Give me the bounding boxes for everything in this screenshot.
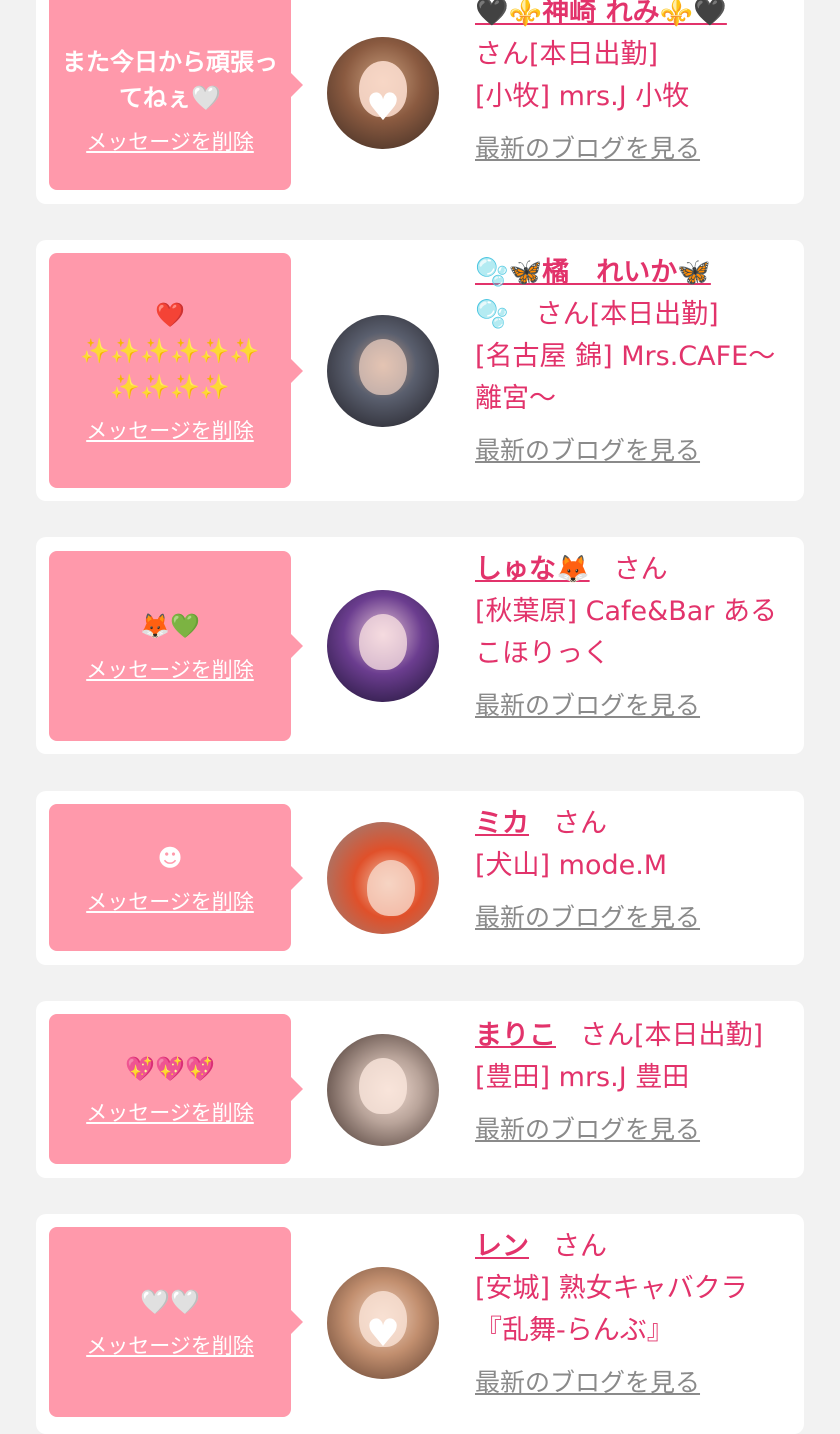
honorific-suffix: さん: [613, 554, 668, 585]
cast-info: 🖤⚜️神崎 れみ⚜️🖤 さん[本日出勤] [小牧] mrs.J 小牧 最新のブロ…: [475, 0, 795, 170]
latest-blog-link[interactable]: 最新のブログを見る: [475, 1362, 795, 1404]
cast-name-link[interactable]: 🖤⚜️神崎 れみ⚜️🖤: [475, 0, 727, 28]
delete-message-link[interactable]: メッセージを削除: [86, 1097, 254, 1127]
delete-message-link[interactable]: メッセージを削除: [86, 1330, 254, 1360]
work-status-badge: [本日出勤]: [589, 299, 719, 330]
message-card: ❤️ ✨✨✨✨✨✨✨✨✨✨ メッセージを削除 🫧🦋橘 れいか🦋 🫧 さん[本日出…: [36, 240, 804, 501]
work-status-badge: [本日出勤]: [529, 39, 659, 70]
latest-blog-link[interactable]: 最新のブログを見る: [475, 430, 795, 472]
cast-info: しゅな🦊 さん [秋葉原] Cafe&Bar あるこほりっく 最新のブログを見る: [475, 549, 795, 727]
message-text: 🤍🤍: [140, 1288, 200, 1316]
latest-blog-link[interactable]: 最新のブログを見る: [475, 685, 795, 727]
cast-info: ミカ さん [犬山] mode.M 最新のブログを見る: [475, 803, 795, 939]
shop-name: [安城] 熟女キャバクラ『乱舞-らんぶ』: [475, 1273, 748, 1346]
work-status-badge: [本日出勤]: [634, 1020, 764, 1051]
message-card: ☻ メッセージを削除 ミカ さん [犬山] mode.M 最新のブログを見る: [36, 791, 804, 965]
avatar-face-shape: [359, 339, 407, 395]
honorific-suffix: さん: [553, 808, 607, 839]
avatar-face-shape: [359, 614, 407, 670]
message-bubble: 💖💖💖 メッセージを削除: [49, 1014, 303, 1164]
shop-name: [秋葉原] Cafe&Bar あるこほりっく: [475, 596, 777, 669]
message-bubble: また今日から頑張ってねぇ🤍 メッセージを削除: [49, 0, 303, 190]
message-text: 💖💖💖: [125, 1055, 215, 1083]
message-card: また今日から頑張ってねぇ🤍 メッセージを削除 ♥ 🖤⚜️神崎 れみ⚜️🖤 さん[…: [36, 0, 804, 204]
honorific-suffix: さん: [475, 39, 529, 70]
cast-info: レン さん [安城] 熟女キャバクラ『乱舞-らんぶ』 最新のブログを見る: [475, 1226, 795, 1404]
avatar[interactable]: [327, 590, 439, 702]
message-text: ☻: [157, 843, 183, 872]
shop-name: [豊田] mrs.J 豊田: [475, 1062, 690, 1093]
message-text: ❤️ ✨✨✨✨✨✨✨✨✨✨: [80, 300, 260, 401]
shop-name: [名古屋 錦] Mrs.CAFE〜離宮〜: [475, 341, 776, 414]
shop-name: [小牧] mrs.J 小牧: [475, 81, 690, 112]
message-card: 🤍🤍 メッセージを削除 ♥ レン さん [安城] 熟女キャバクラ『乱舞-らんぶ』 …: [36, 1214, 804, 1434]
cast-info: まりこ さん[本日出勤] [豊田] mrs.J 豊田 最新のブログを見る: [475, 1015, 795, 1151]
avatar[interactable]: ♥: [327, 1267, 439, 1379]
message-bubble: ❤️ ✨✨✨✨✨✨✨✨✨✨ メッセージを削除: [49, 253, 303, 488]
cast-name-link[interactable]: レン: [475, 1231, 529, 1262]
cast-name-link[interactable]: ミカ: [475, 808, 529, 839]
honorific-suffix: さん: [553, 1231, 607, 1262]
delete-message-link[interactable]: メッセージを削除: [86, 654, 254, 684]
avatar[interactable]: [327, 1034, 439, 1146]
delete-message-link[interactable]: メッセージを削除: [86, 126, 254, 156]
latest-blog-link[interactable]: 最新のブログを見る: [475, 897, 795, 939]
avatar[interactable]: [327, 822, 439, 934]
delete-message-link[interactable]: メッセージを削除: [86, 415, 254, 445]
cast-info: 🫧🦋橘 れいか🦋 🫧 さん[本日出勤] [名古屋 錦] Mrs.CAFE〜離宮〜…: [475, 252, 795, 472]
cast-name-link[interactable]: 🫧🦋橘 れいか🦋: [475, 257, 711, 288]
latest-blog-link[interactable]: 最新のブログを見る: [475, 128, 795, 170]
avatar[interactable]: [327, 315, 439, 427]
cast-name-link[interactable]: しゅな🦊: [475, 554, 590, 585]
message-card: 🦊💚 メッセージを削除 しゅな🦊 さん [秋葉原] Cafe&Bar あるこほりっ…: [36, 537, 804, 754]
latest-blog-link[interactable]: 最新のブログを見る: [475, 1109, 795, 1151]
heart-sticker-icon: ♥: [365, 85, 401, 129]
cast-name-link[interactable]: まりこ: [475, 1020, 556, 1051]
honorific-suffix: 🫧 さん: [475, 299, 590, 330]
heart-sticker-icon: ♥: [365, 1311, 401, 1355]
delete-message-link[interactable]: メッセージを削除: [86, 886, 254, 916]
message-bubble: ☻ メッセージを削除: [49, 804, 303, 951]
message-text: また今日から頑張ってねぇ🤍: [62, 48, 278, 112]
message-bubble: 🤍🤍 メッセージを削除: [49, 1227, 303, 1417]
honorific-suffix: さん: [580, 1020, 634, 1051]
message-card: 💖💖💖 メッセージを削除 まりこ さん[本日出勤] [豊田] mrs.J 豊田 最…: [36, 1001, 804, 1178]
message-text: 🦊💚: [140, 612, 200, 640]
avatar-face-shape: [367, 860, 415, 916]
message-bubble: 🦊💚 メッセージを削除: [49, 551, 303, 741]
avatar-face-shape: [359, 1058, 407, 1114]
shop-name: [犬山] mode.M: [475, 850, 668, 881]
avatar[interactable]: ♥: [327, 37, 439, 149]
